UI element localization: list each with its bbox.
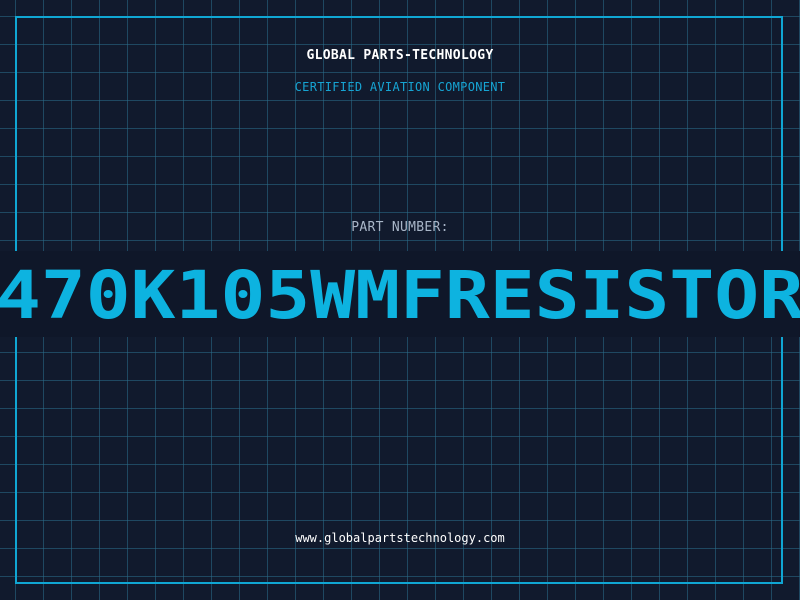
brand-name: GLOBAL PARTS-TECHNOLOGY [306, 48, 494, 63]
website-link[interactable]: www.globalpartstechnology.com [0, 531, 800, 545]
part-number-label: PART NUMBER: [351, 220, 449, 235]
part-number-display: 470K105WMFRESISTOR [0, 264, 800, 326]
part-number-value: 470K105WMFRESISTOR [0, 264, 800, 326]
brand-tagline: CERTIFIED AVIATION COMPONENT [294, 80, 506, 94]
